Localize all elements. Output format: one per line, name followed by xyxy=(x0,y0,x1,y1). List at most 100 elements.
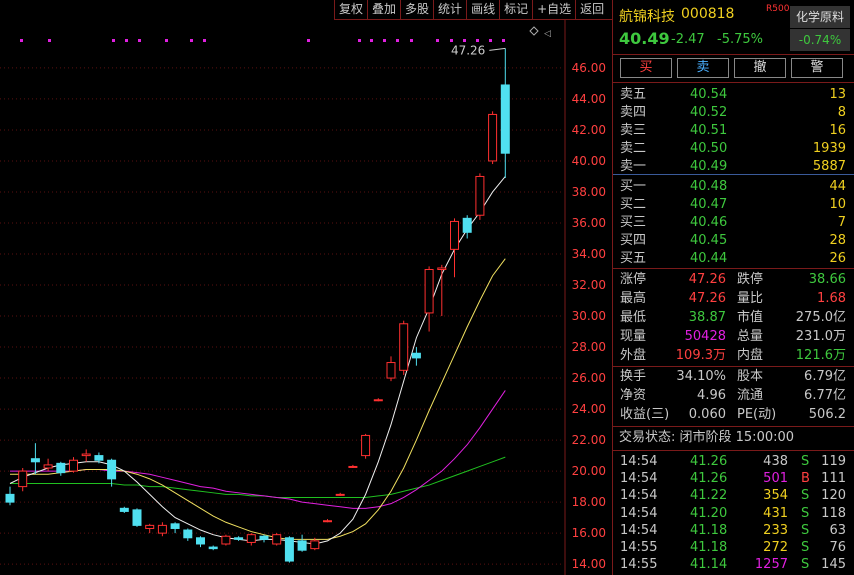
divider xyxy=(613,426,854,427)
tick-side: S xyxy=(801,540,810,555)
tick-price: 41.26 xyxy=(690,454,728,469)
y-tick-label: 30.00 xyxy=(572,309,606,323)
candle-body xyxy=(323,520,332,523)
stat-label: 换手 xyxy=(620,369,647,384)
ask-volume: 1939 xyxy=(812,141,846,156)
stat-value: 50428 xyxy=(684,329,726,344)
tick-side: S xyxy=(801,505,810,521)
bid-volume: 10 xyxy=(829,197,846,212)
candle-body xyxy=(18,470,28,488)
stat-value: 6.77亿 xyxy=(804,388,846,403)
bid-price: 40.44 xyxy=(690,251,728,266)
candle-body xyxy=(107,459,117,480)
stat-label: 收益(三) xyxy=(620,407,670,422)
stat-row: 涨停 47.26 跌停 38.66 xyxy=(613,271,854,289)
stat-value: 6.79亿 xyxy=(804,369,846,384)
bid-row: 买二 40.47 10 xyxy=(613,196,854,214)
y-tick-label: 34.00 xyxy=(572,247,606,261)
toolbar-button[interactable]: 返回 xyxy=(575,0,608,19)
bid-volume: 7 xyxy=(837,215,846,230)
tick-row: 14:54 41.18 233 S 63 xyxy=(613,522,854,540)
tick-row: 14:54 41.22 354 S 120 xyxy=(613,487,854,505)
bid-price: 40.46 xyxy=(690,215,728,230)
tick-price: 41.18 xyxy=(690,522,728,538)
signal-marker xyxy=(383,39,386,42)
stat-value: 1.68 xyxy=(817,291,846,306)
candle-body xyxy=(246,534,256,543)
ask-price: 40.54 xyxy=(690,87,728,102)
stat-label: PE(动) xyxy=(737,407,777,422)
sell-button[interactable]: 卖 xyxy=(677,58,729,78)
tick-row: 14:54 41.26 501 B 111 xyxy=(613,470,854,488)
stat-row: 最高 47.26 量比 1.68 xyxy=(613,290,854,308)
quote-panel: 航锦科技 000818 R500 化学原料 -0.74% 40.49 -2.47… xyxy=(613,0,854,575)
sector-name[interactable]: 化学原料 xyxy=(790,6,850,28)
stat-value: 275.0亿 xyxy=(795,310,846,325)
price-change-pct: -5.75% xyxy=(717,32,763,47)
ask-row: 卖五 40.54 13 xyxy=(613,86,854,104)
tick-volume: 1257 xyxy=(754,557,788,573)
stock-terminal: 复权 叠加 多股 统计 画线 标记 +自选 返回 14.00 16.00 18.00 20.00 22… xyxy=(0,0,854,575)
toolbar-button[interactable]: 统计 xyxy=(433,0,466,19)
signal-marker xyxy=(20,39,23,42)
stat-value: 109.3万 xyxy=(675,348,726,363)
stat-row: 净资 4.96 流通 6.77亿 xyxy=(613,387,854,405)
toolbar-button[interactable]: 叠加 xyxy=(367,0,400,19)
kline-chart[interactable]: 14.00 16.00 18.00 20.00 22.00 24.00 26.00 28.00… xyxy=(0,20,612,575)
bid-price: 40.47 xyxy=(690,197,728,212)
signal-marker xyxy=(463,39,466,42)
tick-count: 145 xyxy=(821,557,846,573)
candle-body xyxy=(5,493,15,503)
stat-label: 市值 xyxy=(737,310,764,325)
toolbar-button[interactable]: 标记 xyxy=(499,0,532,19)
ask-volume: 16 xyxy=(829,123,846,138)
tick-time: 14:55 xyxy=(620,557,658,573)
candle-body xyxy=(462,217,472,233)
candle-body xyxy=(348,465,358,468)
candle-body xyxy=(386,362,396,379)
cancel-button[interactable]: 撤 xyxy=(734,58,786,78)
y-tick-label: 32.00 xyxy=(572,278,606,292)
trade-status: 交易状态: 闭市阶段 15:00:00 xyxy=(619,430,795,445)
tick-volume: 438 xyxy=(763,454,788,469)
tick-side: S xyxy=(801,488,810,504)
stat-label: 外盘 xyxy=(620,348,647,363)
signal-marker xyxy=(203,39,206,42)
signal-marker xyxy=(165,39,168,42)
y-tick-label: 40.00 xyxy=(572,154,606,168)
toolbar-button[interactable]: 多股 xyxy=(400,0,433,19)
candle-body xyxy=(373,399,383,402)
y-tick-label: 14.00 xyxy=(572,557,606,571)
divider xyxy=(613,268,854,269)
stat-value: 38.66 xyxy=(808,272,846,287)
stat-label: 流通 xyxy=(737,388,764,403)
candle-body xyxy=(424,269,434,314)
y-tick-label: 36.00 xyxy=(572,216,606,230)
candle-body xyxy=(450,220,459,250)
tick-row: 14:55 41.18 272 S 76 xyxy=(613,539,854,557)
candle-body xyxy=(488,113,498,162)
divider xyxy=(613,54,854,55)
buy-button[interactable]: 买 xyxy=(620,58,672,78)
ma5-line xyxy=(9,176,506,545)
annotation-line xyxy=(489,47,506,51)
signal-marker xyxy=(476,39,479,42)
tick-price: 41.20 xyxy=(690,505,728,521)
stat-row: 现量 50428 总量 231.0万 xyxy=(613,328,854,346)
y-tick-label: 20.00 xyxy=(572,464,606,478)
toolbar-button[interactable]: 复权 xyxy=(334,0,367,19)
toolbar-button[interactable]: 画线 xyxy=(466,0,499,19)
candle-body xyxy=(310,540,320,550)
divider xyxy=(613,366,854,367)
candle-body xyxy=(56,462,66,474)
stat-label: 总量 xyxy=(737,329,764,344)
bid-label: 买五 xyxy=(620,251,647,266)
alert-button[interactable]: 警 xyxy=(791,58,843,78)
stat-label: 现量 xyxy=(620,329,647,344)
candle-body xyxy=(183,529,193,539)
ask-row: 卖四 40.52 8 xyxy=(613,104,854,122)
candle-body xyxy=(234,537,244,540)
stat-row: 收益(三) 0.060 PE(动) 506.2 xyxy=(613,406,854,424)
toolbar-button[interactable]: +自选 xyxy=(532,0,575,19)
stat-row: 外盘 109.3万 内盘 121.6万 xyxy=(613,347,854,365)
